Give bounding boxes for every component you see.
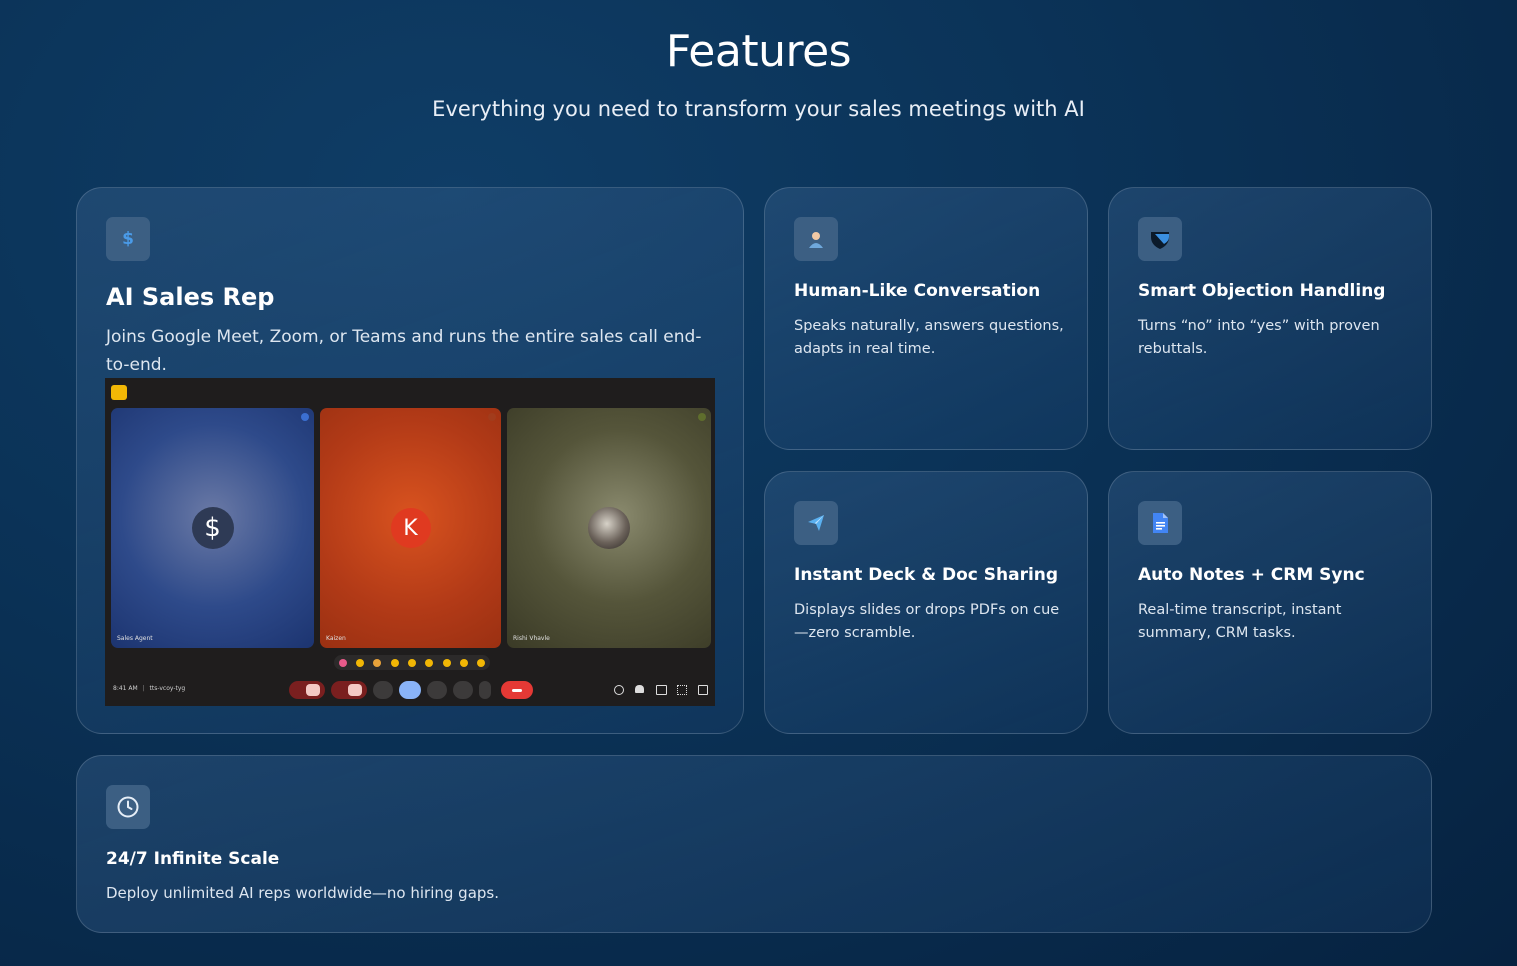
participant-name: Sales Agent <box>117 635 153 642</box>
meeting-time: 8:41 AM <box>113 685 138 692</box>
mic-toggle-button[interactable] <box>289 681 325 699</box>
card-description: Displays slides or drops PDFs on cue—zer… <box>794 602 1060 641</box>
person-icon <box>794 217 838 261</box>
card-title: Smart Objection Handling <box>1138 281 1386 301</box>
card-description: Turns “no” into “yes” with proven rebutt… <box>1138 318 1380 357</box>
mic-indicator <box>488 413 496 421</box>
card-title: 24/7 Infinite Scale <box>106 849 280 869</box>
dollar-icon: $ <box>106 217 150 261</box>
avatar <box>588 507 630 549</box>
card-smart-objection-handling: Smart Objection Handling Turns “no” into… <box>1108 187 1432 450</box>
participant-tile: Rishi Vhavle <box>507 408 711 648</box>
shield-icon <box>1138 217 1182 261</box>
card-title: Human-Like Conversation <box>794 281 1041 301</box>
people-icon[interactable] <box>635 685 644 693</box>
card-description: Real-time transcript, instant summary, C… <box>1138 602 1342 641</box>
card-infinite-scale: 24/7 Infinite Scale Deploy unlimited AI … <box>76 755 1432 933</box>
present-button[interactable] <box>427 681 447 699</box>
more-options-button[interactable] <box>479 681 491 699</box>
meeting-code: tts-vcoy-tyg <box>149 685 186 692</box>
card-auto-notes-crm-sync: Auto Notes + CRM Sync Real-time transcri… <box>1108 471 1432 734</box>
info-icon[interactable] <box>614 685 624 695</box>
paper-plane-icon <box>794 501 838 545</box>
activities-icon[interactable] <box>677 685 687 695</box>
meeting-screenshot: $ Sales Agent K Kaizen Rishi Vhavle 8:41… <box>105 378 715 706</box>
avatar: K <box>390 508 431 548</box>
camera-toggle-button[interactable] <box>331 681 367 699</box>
meeting-info: 8:41 AM | tts-vcoy-tyg <box>113 685 186 692</box>
raise-hand-button[interactable] <box>453 681 473 699</box>
lock-icon[interactable] <box>698 685 708 695</box>
card-title: Instant Deck & Doc Sharing <box>794 565 1059 585</box>
participant-name: Kaizen <box>326 635 346 642</box>
mic-indicator <box>698 413 706 421</box>
participant-tile: K Kaizen <box>320 408 501 648</box>
emoji-button[interactable] <box>399 681 421 699</box>
document-icon <box>1138 501 1182 545</box>
participant-tile: $ Sales Agent <box>111 408 314 648</box>
participant-name: Rishi Vhavle <box>513 635 550 642</box>
mic-indicator <box>301 413 309 421</box>
card-title: Auto Notes + CRM Sync <box>1138 565 1365 585</box>
meeting-badge <box>111 385 127 400</box>
card-human-like-conversation: Human-Like Conversation Speaks naturally… <box>764 187 1088 450</box>
page-subtitle: Everything you need to transform your sa… <box>432 97 1085 121</box>
card-title: AI Sales Rep <box>106 283 275 311</box>
card-description: Speaks naturally, answers questions, ada… <box>794 318 1064 357</box>
chat-icon[interactable] <box>656 685 667 695</box>
card-instant-deck-doc-sharing: Instant Deck & Doc Sharing Displays slid… <box>764 471 1088 734</box>
card-description: Joins Google Meet, Zoom, or Teams and ru… <box>106 327 702 375</box>
card-description: Deploy unlimited AI reps worldwide—no hi… <box>106 884 500 902</box>
end-call-button[interactable] <box>501 681 533 699</box>
card-ai-sales-rep: $ AI Sales Rep Joins Google Meet, Zoom, … <box>76 187 744 734</box>
avatar: $ <box>191 507 234 549</box>
page-title: Features <box>665 26 852 77</box>
reaction-bar[interactable] <box>334 655 490 670</box>
clock-icon <box>106 785 150 829</box>
captions-button[interactable] <box>373 681 393 699</box>
